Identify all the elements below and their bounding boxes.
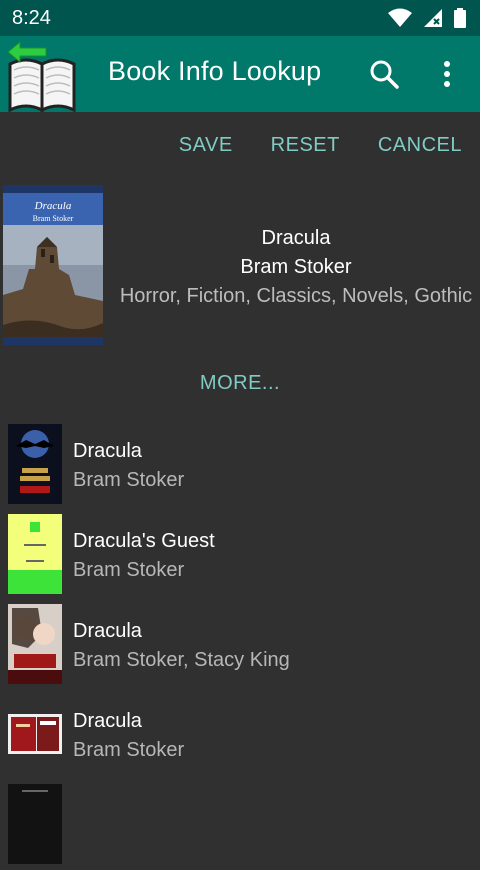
book-author: Bram Stoker	[240, 256, 352, 278]
book-thumbnail	[8, 714, 62, 754]
book-thumbnail	[8, 514, 62, 594]
back-book-logo-icon[interactable]	[6, 40, 80, 112]
result-author: Bram Stoker	[73, 739, 185, 761]
app-title: Book Info Lookup	[108, 56, 322, 86]
list-item[interactable]: Dracula Bram Stoker	[0, 690, 480, 780]
status-bar: 8:24	[0, 0, 480, 36]
results-list: Dracula Bram Stoker Dracula's Guest Bram…	[0, 420, 480, 870]
selected-book-cover: Dracula Bram Stoker	[3, 185, 103, 345]
status-time: 8:24	[12, 6, 51, 29]
list-item[interactable]: Dracula Bram Stoker, Stacy King	[0, 600, 480, 690]
result-author: Bram Stoker	[73, 469, 185, 491]
list-item[interactable]	[0, 780, 480, 870]
list-item[interactable]: Dracula Bram Stoker	[0, 420, 480, 510]
result-author: Bram Stoker, Stacy King	[73, 649, 290, 671]
cover-author: Bram Stoker	[33, 214, 74, 223]
result-title: Dracula	[73, 620, 142, 642]
result-title: Dracula	[73, 710, 142, 732]
result-title: Dracula	[73, 440, 142, 462]
book-title: Dracula	[261, 227, 331, 249]
cover-title: Dracula	[34, 200, 72, 212]
action-row: SAVE RESET CANCEL	[179, 134, 462, 157]
book-thumbnail	[8, 784, 62, 864]
result-title: Dracula's Guest	[73, 530, 215, 552]
reset-button[interactable]: RESET	[271, 134, 340, 157]
signal-icon	[424, 9, 442, 27]
selected-book-details: Dracula Bram Stoker Horror, Fiction, Cla…	[112, 224, 480, 311]
list-item[interactable]: Dracula's Guest Bram Stoker	[0, 510, 480, 600]
more-button[interactable]: MORE...	[0, 372, 480, 395]
search-icon[interactable]	[366, 56, 402, 92]
save-button[interactable]: SAVE	[179, 134, 233, 157]
wifi-icon	[388, 8, 412, 27]
result-author: Bram Stoker	[73, 559, 185, 581]
book-thumbnail	[8, 424, 62, 504]
book-genres: Horror, Fiction, Classics, Novels, Gothi…	[119, 285, 473, 307]
overflow-menu-icon[interactable]	[434, 56, 460, 92]
cancel-button[interactable]: CANCEL	[378, 134, 462, 157]
book-thumbnail	[8, 604, 62, 684]
app-bar: Book Info Lookup	[0, 36, 480, 112]
status-icons	[388, 8, 466, 28]
battery-icon	[454, 8, 466, 28]
